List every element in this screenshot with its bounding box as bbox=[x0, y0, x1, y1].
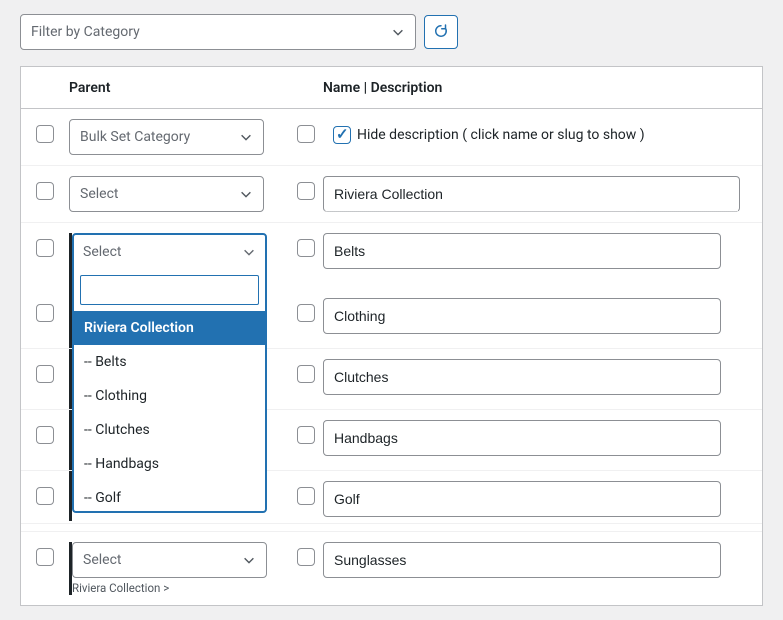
row-name-checkbox[interactable] bbox=[297, 304, 315, 322]
name-input[interactable] bbox=[323, 481, 721, 517]
dropdown-option[interactable]: -- Clothing bbox=[74, 379, 265, 413]
table-header: Parent Name | Description bbox=[21, 67, 762, 109]
row-checkbox[interactable] bbox=[36, 304, 54, 322]
row-name-checkbox[interactable] bbox=[297, 365, 315, 383]
bulk-parent-select[interactable]: Bulk Set Category bbox=[69, 119, 264, 155]
refresh-icon bbox=[432, 22, 450, 43]
select-all-checkbox[interactable] bbox=[36, 125, 54, 143]
row-checkbox[interactable] bbox=[36, 426, 54, 444]
parent-select-placeholder: Select bbox=[83, 552, 121, 568]
parent-select-open[interactable]: Select Riviera Collection -- Belts -- Cl… bbox=[72, 233, 267, 513]
column-name: Name | Description bbox=[323, 80, 442, 96]
name-input[interactable] bbox=[323, 420, 721, 456]
row-name-checkbox[interactable] bbox=[297, 548, 315, 566]
name-input[interactable] bbox=[323, 298, 721, 334]
bulk-name-checkbox[interactable] bbox=[297, 125, 315, 143]
hide-description-label: Hide description ( click name or slug to… bbox=[357, 127, 645, 143]
name-input[interactable] bbox=[323, 176, 740, 212]
chevron-down-icon bbox=[242, 553, 256, 567]
dropdown-option[interactable]: -- Clutches bbox=[74, 413, 265, 447]
name-input[interactable] bbox=[323, 359, 721, 395]
dropdown-option[interactable]: -- Handbags bbox=[74, 447, 265, 481]
parent-select-options: Riviera Collection -- Belts -- Clothing … bbox=[74, 311, 265, 511]
dropdown-option[interactable]: Riviera Collection bbox=[74, 311, 265, 345]
parent-select[interactable]: Select bbox=[69, 176, 264, 212]
row-checkbox[interactable] bbox=[36, 548, 54, 566]
parent-select-placeholder: Select bbox=[83, 244, 121, 260]
name-input[interactable] bbox=[323, 542, 721, 578]
category-table: Parent Name | Description Bulk Set Categ… bbox=[20, 66, 763, 606]
chevron-down-icon bbox=[239, 187, 253, 201]
row-name-checkbox[interactable] bbox=[297, 426, 315, 444]
breadcrumb: Riviera Collection > bbox=[72, 581, 277, 595]
row-checkbox[interactable] bbox=[36, 487, 54, 505]
row-checkbox[interactable] bbox=[36, 239, 54, 257]
refresh-button[interactable] bbox=[424, 15, 458, 49]
row-name-checkbox[interactable] bbox=[297, 239, 315, 257]
row-checkbox[interactable] bbox=[36, 182, 54, 200]
parent-select[interactable]: Select bbox=[72, 542, 267, 578]
row-checkbox[interactable] bbox=[36, 365, 54, 383]
row-name-checkbox[interactable] bbox=[297, 182, 315, 200]
dropdown-option[interactable]: -- Golf bbox=[74, 481, 265, 511]
chevron-down-icon bbox=[242, 245, 256, 259]
filter-category-select[interactable]: Filter by Category bbox=[20, 14, 416, 50]
parent-select-current[interactable]: Select bbox=[74, 235, 265, 269]
filter-category-placeholder: Filter by Category bbox=[31, 24, 140, 40]
row-name-checkbox[interactable] bbox=[297, 487, 315, 505]
bulk-parent-placeholder: Bulk Set Category bbox=[80, 129, 190, 145]
chevron-down-icon bbox=[239, 130, 253, 144]
dropdown-option[interactable]: -- Belts bbox=[74, 345, 265, 379]
column-parent: Parent bbox=[69, 80, 323, 96]
name-input[interactable] bbox=[323, 233, 721, 269]
hide-description-checkbox[interactable] bbox=[333, 126, 351, 144]
parent-select-search-input[interactable] bbox=[80, 275, 259, 305]
chevron-down-icon bbox=[391, 25, 405, 39]
parent-select-placeholder: Select bbox=[80, 186, 118, 202]
